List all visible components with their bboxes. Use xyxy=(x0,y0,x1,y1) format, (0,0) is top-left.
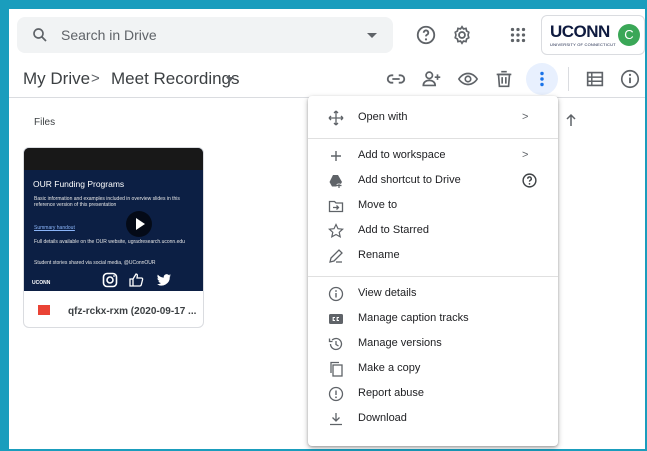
search-icon[interactable] xyxy=(31,26,49,44)
menu-item-make-a-copy[interactable]: Make a copy xyxy=(308,357,558,382)
info-icon xyxy=(328,286,344,302)
help-icon[interactable] xyxy=(415,24,437,46)
menu-item-label: Add to workspace xyxy=(358,149,446,161)
more-vert-icon[interactable] xyxy=(531,68,553,90)
org-logo: UCONN xyxy=(550,22,610,41)
copy-icon xyxy=(330,361,343,377)
breadcrumb-current-folder[interactable]: Meet Recordings xyxy=(111,69,240,89)
instagram-icon xyxy=(102,272,118,288)
play-icon[interactable] xyxy=(126,211,152,237)
add-shortcut-icon xyxy=(329,175,342,188)
thumbnail-bullet: Summary handout xyxy=(34,225,75,231)
list-view-icon[interactable] xyxy=(584,68,606,90)
menu-item-label: Make a copy xyxy=(358,362,421,374)
account-button[interactable]: UCONN UNIVERSITY OF CONNECTICUT C xyxy=(541,15,645,55)
top-bar: Search in Drive UCONN UNIVERSITY OF CONN… xyxy=(9,9,645,61)
trash-icon[interactable] xyxy=(493,68,515,90)
menu-item-rename[interactable]: Rename xyxy=(308,244,558,269)
more-actions-button[interactable] xyxy=(526,63,558,95)
share-icon[interactable] xyxy=(421,68,443,90)
file-card[interactable]: OUR Funding Programs Basic information a… xyxy=(23,147,204,328)
menu-item-view-details[interactable]: View details xyxy=(308,282,558,307)
thumbnail-title: OUR Funding Programs xyxy=(33,179,125,189)
menu-item-manage-versions[interactable]: Manage versions xyxy=(308,332,558,357)
folder-dropdown-icon[interactable] xyxy=(226,77,234,82)
menu-item-label: Manage caption tracks xyxy=(358,312,469,324)
menu-item-manage-caption-tracks[interactable]: Manage caption tracks xyxy=(308,307,558,332)
breadcrumb: My Drive > Meet Recordings xyxy=(9,61,645,97)
thumbnail-bullet: Student stories shared via social media,… xyxy=(34,260,156,266)
breadcrumb-my-drive[interactable]: My Drive xyxy=(23,69,90,89)
like-icon xyxy=(129,273,144,287)
download-icon xyxy=(330,413,342,426)
menu-item-label: Add to Starred xyxy=(358,224,429,236)
menu-item-report-abuse[interactable]: Report abuse xyxy=(308,382,558,407)
menu-item-label: Move to xyxy=(358,199,398,211)
menu-item-label: Open with xyxy=(358,111,408,123)
menu-item-download[interactable]: Download xyxy=(308,407,558,432)
search-input[interactable]: Search in Drive xyxy=(61,27,157,43)
toolbar-divider xyxy=(568,67,569,91)
apps-grid-icon[interactable] xyxy=(507,24,529,46)
sort-arrow-icon[interactable] xyxy=(565,113,577,127)
menu-item-label: Add shortcut to Drive xyxy=(358,174,461,186)
help-icon[interactable] xyxy=(521,172,538,189)
menu-item-label: Download xyxy=(358,412,407,424)
files-section-label: Files xyxy=(34,117,56,128)
window-frame-top xyxy=(0,0,647,9)
submenu-chevron-icon: > xyxy=(522,111,529,123)
context-menu: Open with > Add to workspace > Add short… xyxy=(308,96,558,446)
get-link-icon[interactable] xyxy=(385,68,407,90)
history-icon xyxy=(328,337,343,351)
menu-separator xyxy=(308,276,558,277)
file-name[interactable]: qfz-rckx-rxm (2020-09-17 ... xyxy=(68,306,196,317)
menu-item-move-to[interactable]: Move to xyxy=(308,194,558,219)
thumbnail-brand: UCONN xyxy=(32,280,51,286)
search-options-icon[interactable] xyxy=(367,33,377,38)
report-icon xyxy=(328,386,344,402)
pencil-icon xyxy=(329,249,343,263)
thumbnail-bullet: Full details available on the OUR websit… xyxy=(34,239,185,245)
avatar[interactable]: C xyxy=(618,24,640,46)
menu-item-add-to-workspace[interactable]: Add to workspace > xyxy=(308,144,558,169)
twitter-icon xyxy=(157,274,171,286)
preview-icon[interactable] xyxy=(457,68,479,90)
video-thumbnail[interactable]: OUR Funding Programs Basic information a… xyxy=(24,148,203,291)
cc-icon xyxy=(329,314,343,324)
menu-item-label: View details xyxy=(358,287,417,299)
plus-icon xyxy=(331,151,341,161)
menu-separator xyxy=(308,138,558,139)
menu-item-label: Manage versions xyxy=(358,337,442,349)
window-frame-left xyxy=(0,0,9,451)
menu-item-open-with[interactable]: Open with > xyxy=(308,106,558,131)
breadcrumb-separator: > xyxy=(91,70,100,87)
info-icon[interactable] xyxy=(619,68,641,90)
move-to-icon xyxy=(328,200,344,213)
menu-item-add-to-starred[interactable]: Add to Starred xyxy=(308,219,558,244)
video-file-icon xyxy=(38,305,50,315)
menu-item-label: Rename xyxy=(358,249,400,261)
menu-item-add-shortcut[interactable]: Add shortcut to Drive xyxy=(308,169,558,194)
settings-icon[interactable] xyxy=(451,24,473,46)
thumbnail-bullet: Basic information and examples included … xyxy=(34,196,180,208)
menu-item-label: Report abuse xyxy=(358,387,425,399)
open-with-icon xyxy=(328,110,344,126)
search-box[interactable]: Search in Drive xyxy=(17,17,393,53)
org-logo-subtext: UNIVERSITY OF CONNECTICUT xyxy=(550,42,616,47)
star-icon xyxy=(328,223,344,238)
thumbnail-header-bar xyxy=(24,148,203,170)
submenu-chevron-icon: > xyxy=(522,149,529,161)
